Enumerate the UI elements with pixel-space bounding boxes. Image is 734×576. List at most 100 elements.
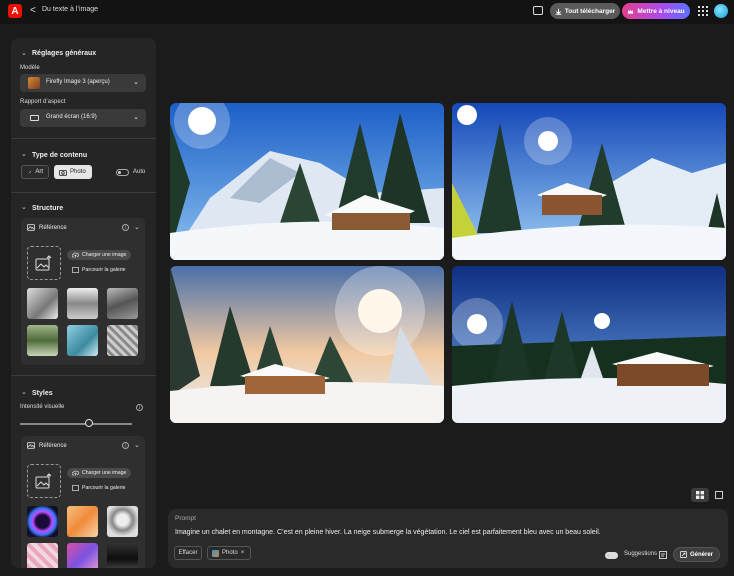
auto-toggle[interactable] <box>116 169 129 176</box>
photo-chip-label: Photo <box>222 550 238 556</box>
styles-gallery-thumbnail[interactable] <box>67 506 98 537</box>
chevron-down-icon: ⌄ <box>133 114 139 121</box>
prompt-box: Prompt Imagine un chalet en montagne. C’… <box>168 509 728 568</box>
styles-upload-dropzone[interactable] <box>27 464 61 498</box>
styles-upload-label: Charger une image <box>82 470 127 476</box>
visual-intensity-label: Intensité visuelle <box>20 404 65 410</box>
chevron-down-icon[interactable]: ⌄ <box>21 388 27 396</box>
styles-gallery-thumbnail[interactable] <box>27 506 58 537</box>
structure-gallery-thumbnail[interactable] <box>67 288 98 319</box>
styles-upload-image-button[interactable]: Charger une image <box>67 468 132 478</box>
structure-upload-label: Charger une image <box>82 252 127 258</box>
breadcrumb[interactable]: Du texte à l’image <box>42 6 98 13</box>
single-view-button[interactable] <box>710 488 728 502</box>
chevron-down-icon[interactable]: ⌄ <box>21 150 27 158</box>
crown-icon <box>628 8 634 14</box>
download-all-button[interactable]: Tout télécharger <box>550 3 620 19</box>
chevron-down-icon[interactable]: ⌄ <box>21 203 27 211</box>
chevron-down-icon[interactable]: ⌄ <box>134 223 140 231</box>
structure-gallery-thumbnail[interactable] <box>107 325 138 356</box>
upgrade-label: Mettre à niveau <box>637 7 685 15</box>
structure-gallery-thumbnail[interactable] <box>27 325 58 356</box>
structure-browse-gallery-button[interactable]: Parcourir la galerie <box>67 265 131 275</box>
aspect-ratio-select[interactable]: Grand écran (16:9) ⌄ <box>20 109 146 127</box>
suggestions-toggle[interactable] <box>605 552 618 559</box>
model-thumbnail <box>28 77 40 89</box>
close-icon[interactable]: × <box>241 550 245 556</box>
aspect-ratio-label: Rapport d’aspect <box>20 99 66 105</box>
settings-panel: ⌄ Réglages généraux Modèle Firefly Image… <box>11 38 156 568</box>
divider <box>11 375 156 376</box>
visual-intensity-slider-track[interactable] <box>20 423 132 425</box>
generated-image[interactable] <box>170 266 444 423</box>
structure-reference-label: Référence <box>39 224 67 231</box>
info-icon[interactable]: i <box>136 404 143 411</box>
snow-chalet-image <box>452 103 726 260</box>
styles-reference-label: Référence <box>39 442 67 449</box>
grid-view-icon <box>696 491 704 499</box>
reference-image-icon <box>27 442 35 449</box>
styles-title[interactable]: Styles <box>32 390 53 397</box>
info-icon[interactable]: i <box>122 442 129 449</box>
structure-upload-image-button[interactable]: Charger une image <box>67 250 132 260</box>
generate-label: Générer <box>689 551 713 558</box>
prompt-input[interactable]: Imagine un chalet en montagne. C’est en … <box>175 529 601 536</box>
single-view-icon <box>715 491 723 499</box>
structure-gallery-thumbnail[interactable] <box>67 325 98 356</box>
suggestions-settings-icon[interactable] <box>659 551 667 559</box>
generated-image[interactable] <box>170 103 444 260</box>
reference-image-icon <box>27 224 35 231</box>
download-all-label: Tout télécharger <box>564 7 616 15</box>
adobe-firefly-logo[interactable]: A <box>8 4 22 18</box>
aspect-ratio-value: Grand écran (16:9) <box>46 114 97 120</box>
content-type-art-button[interactable]: Art <box>21 165 49 179</box>
visual-intensity-slider-handle[interactable] <box>85 419 94 427</box>
styles-gallery-thumbnail[interactable] <box>27 543 58 568</box>
styles-gallery-thumbnail[interactable] <box>107 506 138 537</box>
gallery-icon <box>72 485 79 491</box>
generate-icon <box>679 551 687 558</box>
content-type-photo-button[interactable]: Photo <box>54 165 92 179</box>
chevron-down-icon[interactable]: ⌄ <box>134 441 140 449</box>
structure-upload-dropzone[interactable] <box>27 246 61 280</box>
chevron-down-icon[interactable]: ⌄ <box>21 49 27 57</box>
styles-browse-gallery-button[interactable]: Parcourir la galerie <box>67 483 131 493</box>
apps-grid-icon[interactable] <box>698 6 708 16</box>
structure-reference-header: Référence <box>27 224 67 231</box>
styles-gallery-thumbnail[interactable] <box>107 543 138 568</box>
structure-reference-card: Référence i ⌄ Charger une image Parcouri… <box>21 218 145 365</box>
photo-chip[interactable]: Photo × <box>207 546 251 560</box>
structure-title[interactable]: Structure <box>32 205 63 212</box>
chevron-down-icon: ⌄ <box>133 79 139 86</box>
feedback-icon[interactable] <box>533 6 543 15</box>
info-icon[interactable]: i <box>122 224 129 231</box>
content-type-title[interactable]: Type de contenu <box>32 152 87 159</box>
image-upload-icon <box>35 255 52 271</box>
model-label: Modèle <box>20 65 40 71</box>
suggestions-label: Suggestions <box>624 551 658 557</box>
structure-browse-label: Parcourir la galerie <box>82 267 126 273</box>
grid-view-button[interactable] <box>691 488 709 502</box>
image-upload-icon <box>35 473 52 489</box>
structure-gallery-thumbnail[interactable] <box>27 288 58 319</box>
back-arrow-icon[interactable]: < <box>30 5 36 16</box>
generated-image[interactable] <box>452 266 726 423</box>
structure-gallery-thumbnail[interactable] <box>107 288 138 319</box>
upgrade-button[interactable]: Mettre à niveau <box>622 3 690 19</box>
snow-chalet-image <box>170 266 444 423</box>
download-icon <box>555 8 562 15</box>
styles-reference-card: Référence i ⌄ Charger une image Parcouri… <box>21 436 145 568</box>
camera-icon <box>59 169 67 176</box>
upload-cloud-icon <box>72 252 79 258</box>
general-settings-title[interactable]: Réglages généraux <box>32 50 96 57</box>
clear-button[interactable]: Effacer <box>174 546 202 560</box>
styles-gallery-thumbnail[interactable] <box>67 543 98 568</box>
generate-button[interactable]: Générer <box>673 547 720 562</box>
widescreen-icon <box>30 115 39 121</box>
generated-image[interactable] <box>452 103 726 260</box>
user-avatar[interactable] <box>714 4 728 18</box>
top-bar: A < Du texte à l’image Tout télécharger … <box>0 0 734 24</box>
photo-label: Photo <box>70 169 86 175</box>
model-select[interactable]: Firefly Image 3 (aperçu) ⌄ <box>20 74 146 92</box>
art-label: Art <box>35 169 43 175</box>
